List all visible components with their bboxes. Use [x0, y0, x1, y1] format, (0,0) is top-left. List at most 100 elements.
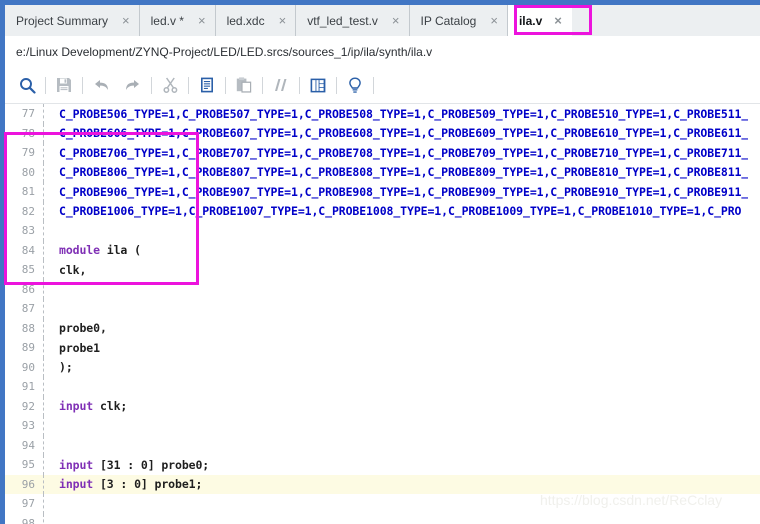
- toolbar-separator: [151, 76, 152, 94]
- code-line[interactable]: 98: [5, 513, 760, 524]
- line-number: 78: [21, 126, 35, 140]
- code-token: C_PROBE806_TYPE=1,C_PROBE807_TYPE=1,C_PR…: [59, 165, 749, 180]
- gutter-fold-column: [43, 162, 59, 182]
- gutter-fold-column: [43, 455, 59, 475]
- line-number: 85: [21, 263, 35, 277]
- code-line[interactable]: 79 C_PROBE706_TYPE=1,C_PROBE707_TYPE=1,C_…: [5, 143, 760, 163]
- code-line-text: input [3 : 0] probe1;: [59, 477, 202, 491]
- code-line[interactable]: 96 input [3 : 0] probe1;: [5, 474, 760, 494]
- line-number: 86: [21, 282, 35, 296]
- code-line[interactable]: 78 C_PROBE606_TYPE=1,C_PROBE607_TYPE=1,C_…: [5, 123, 760, 143]
- save-icon: [56, 77, 72, 93]
- code-line-text: module ila (: [59, 243, 141, 257]
- code-line[interactable]: 77 C_PROBE506_TYPE=1,C_PROBE507_TYPE=1,C_…: [5, 104, 760, 124]
- tab-label: Project Summary: [16, 13, 109, 28]
- code-token: C_PROBE906_TYPE=1,C_PROBE907_TYPE=1,C_PR…: [59, 184, 749, 199]
- code-line[interactable]: 97: [5, 494, 760, 514]
- gutter-fold-column: [43, 338, 59, 358]
- code-line[interactable]: 86: [5, 279, 760, 299]
- code-line-text: );: [59, 360, 73, 374]
- toolbar-comment-button[interactable]: [267, 71, 295, 99]
- code-line-text: input clk;: [59, 399, 127, 413]
- toolbar-copy-button[interactable]: [193, 71, 221, 99]
- line-number: 81: [21, 185, 35, 199]
- tab-close-icon[interactable]: ×: [122, 14, 130, 27]
- line-number: 93: [21, 419, 35, 433]
- code-line[interactable]: 90);: [5, 357, 760, 377]
- code-token: );: [59, 360, 73, 375]
- code-line[interactable]: 82 C_PROBE1006_TYPE=1,C_PROBE1007_TYPE=1,…: [5, 201, 760, 221]
- toolbar-separator: [82, 76, 83, 94]
- code-line[interactable]: 85 clk,: [5, 260, 760, 280]
- code-line-text: C_PROBE706_TYPE=1,C_PROBE707_TYPE=1,C_PR…: [59, 146, 748, 160]
- toolbar-undo-button[interactable]: [87, 71, 115, 99]
- code-token: probe0,: [59, 321, 107, 336]
- code-token: C_PROBE706_TYPE=1,C_PROBE707_TYPE=1,C_PR…: [59, 145, 749, 160]
- code-editor-area[interactable]: 77 C_PROBE506_TYPE=1,C_PROBE507_TYPE=1,C_…: [5, 104, 760, 524]
- code-line-text: C_PROBE906_TYPE=1,C_PROBE907_TYPE=1,C_PR…: [59, 185, 748, 199]
- toolbar-redo-button[interactable]: [119, 71, 147, 99]
- gutter-fold-column: [43, 240, 59, 260]
- editor-tab-vtf-led-test-v[interactable]: vtf_led_test.v ×: [296, 5, 410, 36]
- code-line[interactable]: 94: [5, 435, 760, 455]
- code-line[interactable]: 81 C_PROBE906_TYPE=1,C_PROBE907_TYPE=1,C_…: [5, 182, 760, 202]
- code-line-text: probe1: [59, 341, 100, 355]
- toolbar-search-button[interactable]: [13, 71, 41, 99]
- line-number: 77: [21, 107, 35, 121]
- toolbar-cut-button[interactable]: [156, 71, 184, 99]
- tab-close-icon[interactable]: ×: [554, 14, 562, 27]
- code-line[interactable]: 95 input [31 : 0] probe0;: [5, 455, 760, 475]
- gutter-fold-column: [43, 416, 59, 436]
- gutter-fold-column: [43, 435, 59, 455]
- line-number: 87: [21, 302, 35, 316]
- line-number: 82: [21, 204, 35, 218]
- cut-icon: [162, 77, 178, 93]
- tab-label: IP Catalog: [420, 13, 477, 28]
- code-line[interactable]: 93: [5, 416, 760, 436]
- comment-icon: [272, 78, 290, 92]
- code-line[interactable]: 84 module ila (: [5, 240, 760, 260]
- editor-tab-ip-catalog[interactable]: IP Catalog ×: [410, 5, 508, 36]
- code-line[interactable]: 91: [5, 377, 760, 397]
- editor-tab-led-v[interactable]: led.v * ×: [140, 5, 216, 36]
- line-number: 84: [21, 243, 35, 257]
- toolbar-columns-button[interactable]: [304, 71, 332, 99]
- code-line[interactable]: 80 C_PROBE806_TYPE=1,C_PROBE807_TYPE=1,C_…: [5, 162, 760, 182]
- gutter-fold-column: [43, 377, 59, 397]
- editor-tab-ila-v[interactable]: ila.v ×: [507, 5, 572, 36]
- editor-toolbar: [5, 67, 760, 104]
- code-line[interactable]: 87: [5, 299, 760, 319]
- gutter-fold-column: [43, 123, 59, 143]
- code-token: C_PROBE1006_TYPE=1,C_PROBE1007_TYPE=1,C_…: [59, 204, 742, 219]
- line-number: 90: [21, 360, 35, 374]
- line-number: 88: [21, 321, 35, 335]
- gutter-fold-column: [43, 357, 59, 377]
- code-token: ila (: [99, 243, 141, 258]
- editor-tab-led-xdc[interactable]: led.xdc ×: [216, 5, 297, 36]
- gutter-fold-column: [43, 143, 59, 163]
- code-line-text: C_PROBE506_TYPE=1,C_PROBE507_TYPE=1,C_PR…: [59, 107, 748, 121]
- gutter-fold-column: [43, 396, 59, 416]
- tab-close-icon[interactable]: ×: [198, 14, 206, 27]
- gutter-fold-column: [43, 494, 59, 514]
- tab-close-icon[interactable]: ×: [490, 14, 498, 27]
- tab-label: led.xdc: [226, 13, 265, 28]
- code-line[interactable]: 89 probe1: [5, 338, 760, 358]
- code-token: input: [59, 457, 94, 472]
- toolbar-save-button[interactable]: [50, 71, 78, 99]
- line-number: 96: [21, 477, 35, 491]
- tab-label: vtf_led_test.v: [307, 13, 378, 28]
- toolbar-bulb-button[interactable]: [341, 71, 369, 99]
- tab-bar-empty-space: [572, 5, 760, 36]
- code-token: clk,: [59, 262, 87, 277]
- bulb-icon: [348, 76, 362, 94]
- tab-close-icon[interactable]: ×: [279, 14, 287, 27]
- gutter-fold-column: [43, 201, 59, 221]
- editor-tab-project-summary[interactable]: Project Summary ×: [5, 5, 140, 36]
- toolbar-paste-button[interactable]: [230, 71, 258, 99]
- code-line[interactable]: 88 probe0,: [5, 318, 760, 338]
- tab-close-icon[interactable]: ×: [392, 14, 400, 27]
- tab-label: led.v *: [150, 13, 184, 28]
- code-line[interactable]: 83: [5, 221, 760, 241]
- code-line[interactable]: 92 input clk;: [5, 396, 760, 416]
